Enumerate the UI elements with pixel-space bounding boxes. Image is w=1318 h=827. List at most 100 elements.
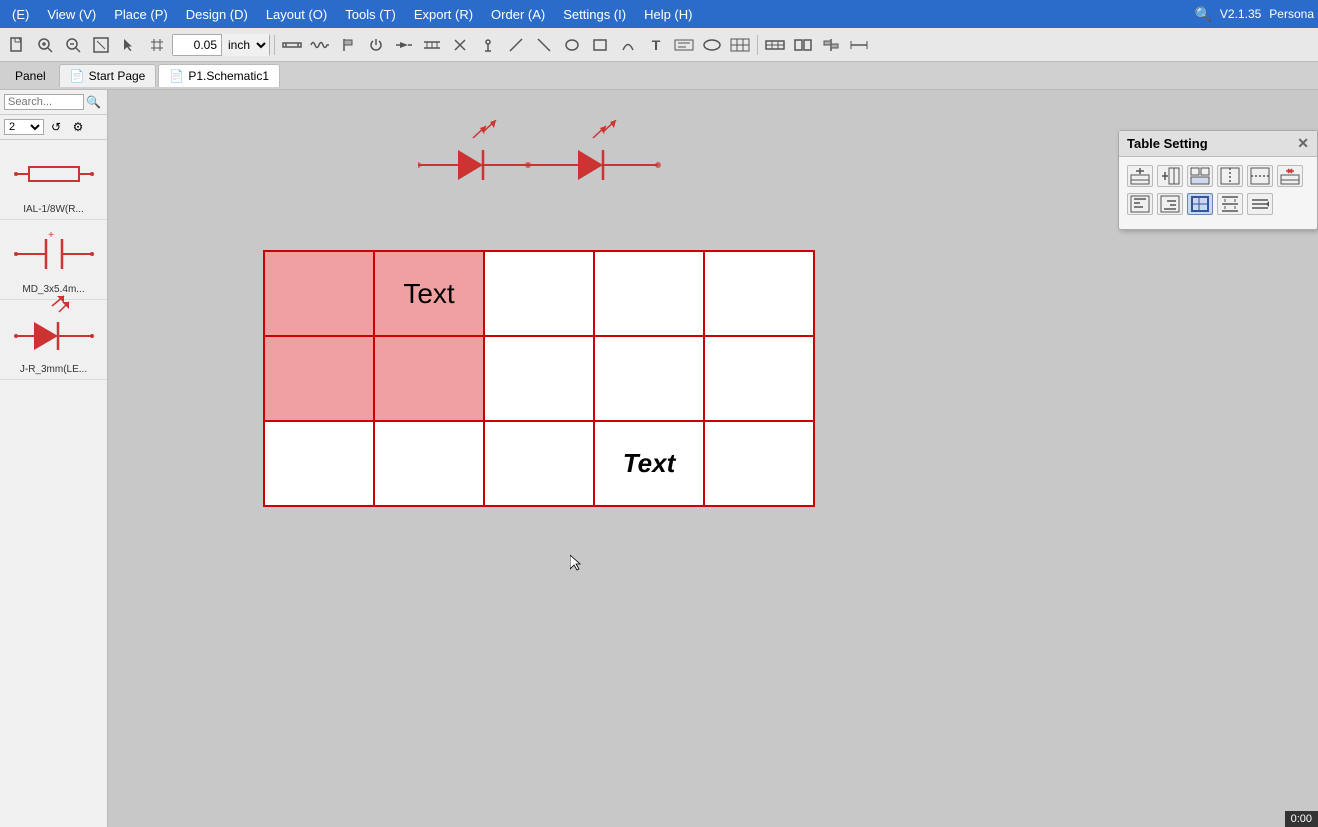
start-page-tab[interactable]: 📄 Start Page <box>59 64 157 87</box>
menu-help[interactable]: Help (H) <box>636 5 700 24</box>
table-cell-1-3[interactable] <box>594 336 704 421</box>
component-item-diode[interactable]: J-R_3mm(LE... <box>0 300 107 380</box>
table-setting-panel: Table Setting ✕ <box>1118 130 1318 230</box>
arc-button[interactable] <box>615 32 641 58</box>
netflag-button[interactable] <box>335 32 361 58</box>
tab-bar: Panel 📄 Start Page 📄 P1.Schematic1 <box>0 62 1318 90</box>
grid-value-input[interactable] <box>173 35 221 55</box>
menu-tools[interactable]: Tools (T) <box>337 5 404 24</box>
left-panel: 🔍 2 1 3 ↺ ⚙ IAL-1/8W(R... <box>0 90 108 827</box>
panel-settings-button[interactable]: ⚙ <box>68 117 88 137</box>
distribute-rows-btn[interactable] <box>1217 193 1243 215</box>
table-cell-2-2[interactable] <box>484 421 594 506</box>
table-cell-0-0[interactable] <box>264 251 374 336</box>
grid-value-group: inch mm mil <box>172 34 270 56</box>
schematic-table[interactable]: Text Text <box>263 250 815 507</box>
oval-button[interactable] <box>699 32 725 58</box>
zoom-out-button[interactable] <box>60 32 86 58</box>
menu-order[interactable]: Order (A) <box>483 5 553 24</box>
menu-view[interactable]: View (V) <box>39 5 104 24</box>
panel-controls: 2 1 3 ↺ ⚙ <box>0 115 107 140</box>
delete-row-btn[interactable] <box>1277 165 1303 187</box>
table-setting-close[interactable]: ✕ <box>1297 135 1309 152</box>
table-cell-2-4[interactable] <box>704 421 814 506</box>
component-button[interactable] <box>762 32 788 58</box>
menu-layout[interactable]: Layout (O) <box>258 5 335 24</box>
panel-tab[interactable]: Panel <box>4 64 57 88</box>
component-item-capacitor[interactable]: + MD_3x5.4m... <box>0 220 107 300</box>
align-top-left-btn[interactable] <box>1127 193 1153 215</box>
status-bar: 0:00 <box>1285 811 1318 827</box>
border-all-btn[interactable] <box>1187 193 1213 215</box>
table-cell-2-1[interactable] <box>374 421 484 506</box>
split-h-btn[interactable] <box>1217 165 1243 187</box>
insert-row-above-btn[interactable] <box>1127 165 1153 187</box>
search-icon[interactable]: 🔍 <box>1194 6 1211 23</box>
text-button[interactable]: T <box>643 32 669 58</box>
table-setting-title: Table Setting <box>1127 136 1208 151</box>
table-cell-0-2[interactable] <box>484 251 594 336</box>
select-button[interactable] <box>116 32 142 58</box>
toolbar: inch mm mil T <box>0 28 1318 62</box>
split-v-btn[interactable] <box>1247 165 1273 187</box>
line-button[interactable] <box>503 32 529 58</box>
power-button[interactable] <box>363 32 389 58</box>
menu-place[interactable]: Place (P) <box>106 5 175 24</box>
table-setting-row-1 <box>1127 165 1309 187</box>
merge-cells-btn[interactable] <box>1187 165 1213 187</box>
table-cell-1-1[interactable] <box>374 336 484 421</box>
component-item-resistor[interactable]: IAL-1/8W(R... <box>0 140 107 220</box>
refresh-button[interactable]: ↺ <box>46 117 66 137</box>
grid-button[interactable] <box>144 32 170 58</box>
table-cell-0-4[interactable] <box>704 251 814 336</box>
ellipse-button[interactable] <box>559 32 585 58</box>
menu-settings[interactable]: Settings (I) <box>555 5 634 24</box>
table-button[interactable] <box>727 32 753 58</box>
panel-search-input[interactable] <box>4 94 84 110</box>
insert-col-left-btn[interactable] <box>1157 165 1183 187</box>
fit-button[interactable] <box>88 32 114 58</box>
zoom-select[interactable]: 2 1 3 <box>4 119 44 135</box>
table-cell-1-4[interactable] <box>704 336 814 421</box>
panel-search-icon[interactable]: 🔍 <box>86 95 101 109</box>
table-cell-2-3[interactable]: Text <box>594 421 704 506</box>
canvas-area[interactable]: Text Text <box>108 90 1318 827</box>
bus-button[interactable] <box>419 32 445 58</box>
table-cell-2-0[interactable] <box>264 421 374 506</box>
zoom-in-button[interactable] <box>32 32 58 58</box>
menu-export[interactable]: Export (R) <box>406 5 481 24</box>
text2-button[interactable] <box>671 32 697 58</box>
table-cell-0-1[interactable]: Text <box>374 251 484 336</box>
grid-unit-select[interactable]: inch mm mil <box>221 34 269 56</box>
file-icon: 📄 <box>70 69 85 83</box>
table-row: Text <box>264 251 814 336</box>
menu-e[interactable]: (E) <box>4 5 37 24</box>
table-cell-0-3[interactable] <box>594 251 704 336</box>
panel-search-bar: 🔍 <box>0 90 107 115</box>
time-display: 0:00 <box>1291 813 1312 825</box>
align-button[interactable] <box>818 32 844 58</box>
dash-wire-button[interactable] <box>391 32 417 58</box>
toolbar-sep-2 <box>757 35 758 55</box>
spacing-button[interactable] <box>846 32 872 58</box>
table-cell-1-0[interactable] <box>264 336 374 421</box>
table-cell-1-2[interactable] <box>484 336 594 421</box>
waveform-button[interactable] <box>307 32 333 58</box>
table-setting-header: Table Setting ✕ <box>1119 131 1317 157</box>
component-label-resistor: IAL-1/8W(R... <box>4 204 103 215</box>
schematic-tab[interactable]: 📄 P1.Schematic1 <box>158 64 280 87</box>
schematic-icon: 📄 <box>169 69 184 83</box>
more-options-btn[interactable] <box>1247 193 1273 215</box>
main-area: 🔍 2 1 3 ↺ ⚙ IAL-1/8W(R... <box>0 90 1318 827</box>
wire-button[interactable] <box>279 32 305 58</box>
cross-button[interactable] <box>447 32 473 58</box>
component2-button[interactable] <box>790 32 816 58</box>
anchor-button[interactable] <box>475 32 501 58</box>
menu-design[interactable]: Design (D) <box>178 5 256 24</box>
component-label-diode: J-R_3mm(LE... <box>4 364 103 375</box>
rect-button[interactable] <box>587 32 613 58</box>
user-label: Persona <box>1269 7 1314 21</box>
line2-button[interactable] <box>531 32 557 58</box>
align-bottom-right-btn[interactable] <box>1157 193 1183 215</box>
new-button[interactable] <box>4 32 30 58</box>
